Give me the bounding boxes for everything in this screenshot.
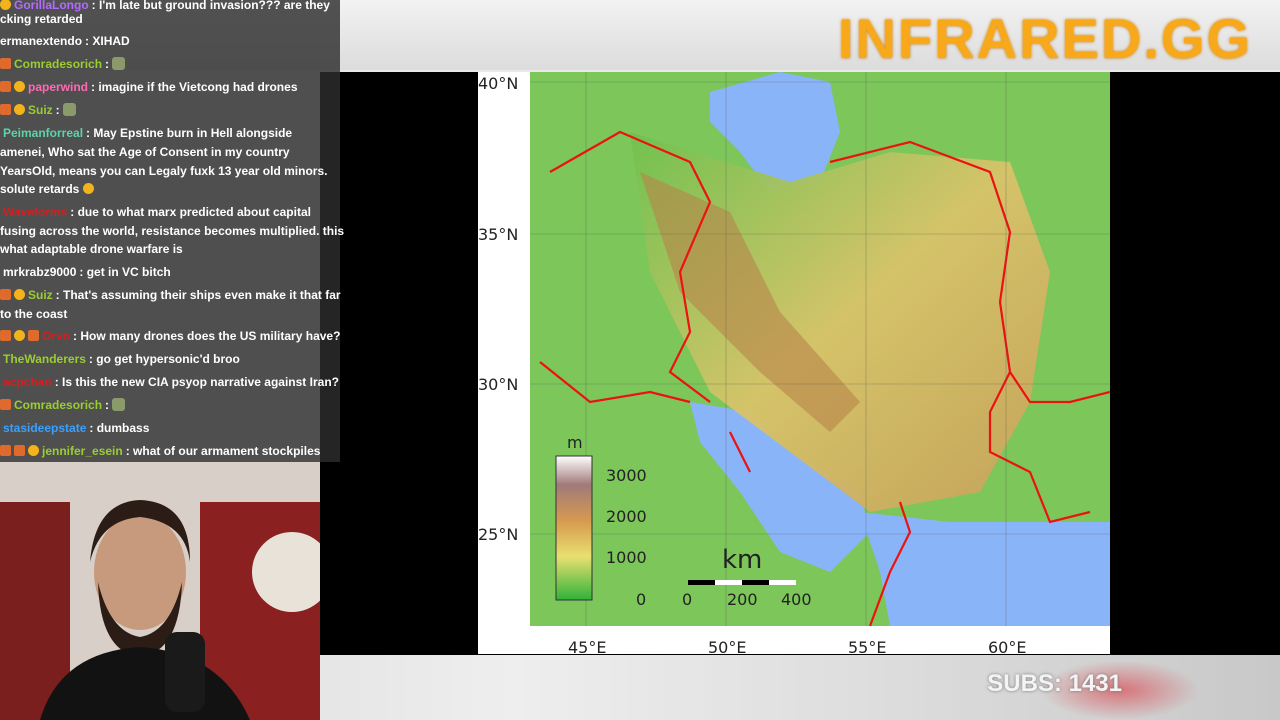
chat-username[interactable]: Suiz [28, 103, 53, 117]
chat-text: what adaptable drone warfare is [0, 242, 183, 256]
chat-text: : I'm late but ground invasion??? are th… [91, 0, 330, 12]
scale-tick: 400 [781, 590, 812, 609]
legend-tick: 0 [636, 590, 647, 609]
chat-text: : due to what marx predicted about capit… [70, 205, 311, 219]
chat-username[interactable]: jennifer_esein [42, 444, 123, 458]
scale-unit: km [722, 545, 763, 575]
chat-text: YearsOld, means you can Legaly fuxk 13 y… [0, 164, 328, 178]
chat-message: Suiz: That's assuming their ships even m… [0, 286, 341, 304]
webcam-image [0, 462, 320, 720]
chat-message: ermanextendo: XIHAD [0, 32, 130, 50]
scale-tick: 0 [682, 590, 693, 609]
legend-tick: 3000 [606, 466, 647, 485]
chat-text: : what of our armament stockpiles [125, 444, 321, 458]
emote-icon [112, 398, 126, 411]
chat-username[interactable]: Peimanforreal [3, 126, 83, 140]
topographic-map [530, 72, 1110, 626]
lat-label: 35°N [478, 225, 519, 244]
chat-username[interactable]: Waveforms [3, 205, 67, 219]
chat-username[interactable]: TheWanderers [3, 352, 86, 366]
chat-text: solute retards [0, 182, 80, 196]
chat-text: : imagine if the Vietcong had drones [91, 80, 298, 94]
chat-message: Suiz: [0, 101, 77, 119]
chat-message: TheWanderers: go get hypersonic'd broo [0, 350, 240, 368]
chat-text: amenei, Who sat the Age of Consent in my… [0, 145, 290, 159]
lat-label: 30°N [478, 375, 519, 394]
chat-text: fusing across the world, resistance beco… [0, 224, 345, 238]
chat-message: to the coast [0, 305, 67, 323]
chat-username[interactable]: ermanextendo [0, 34, 82, 48]
chat-message: cking retarded [0, 10, 83, 28]
emote-icon [112, 57, 126, 70]
chat-message: fusing across the world, resistance beco… [0, 222, 344, 240]
chat-username[interactable]: Suiz [28, 288, 53, 302]
chat-text: to the coast [0, 307, 68, 321]
chat-message: solute retards [0, 180, 97, 198]
chat-message: YearsOld, means you can Legaly fuxk 13 y… [0, 162, 327, 180]
subscriber-count: SUBS: 1431 [987, 670, 1122, 697]
chat-username[interactable]: Orvo [42, 329, 70, 343]
chat-text: cking retarded [0, 12, 83, 26]
chat-username[interactable]: stasideepstate [3, 421, 86, 435]
chat-message: amenei, Who sat the Age of Consent in my… [0, 143, 290, 161]
scale-tick: 200 [727, 590, 758, 609]
chat-text: : Is this the new CIA psyop narrative ag… [54, 375, 339, 389]
chat-message: stasideepstate: dumbass [0, 419, 149, 437]
chat-text: : XIHAD [85, 34, 130, 48]
chat-message: mrkrabz9000: get in VC bitch [0, 263, 171, 281]
lat-label: 40°N [478, 74, 519, 93]
chat-text: : get in VC bitch [79, 265, 171, 279]
chat-username[interactable]: Comradesorich [14, 57, 102, 71]
chat-username[interactable]: acpchan [3, 375, 52, 389]
chat-text: : [105, 57, 110, 71]
chat-text: : dumbass [89, 421, 150, 435]
chat-text: : [55, 103, 60, 117]
chat-message: jennifer_esein: what of our armament sto… [0, 442, 320, 460]
scale-bar-segment [769, 580, 796, 585]
chat-username[interactable]: mrkrabz9000 [3, 265, 76, 279]
chat-username[interactable]: paperwind [28, 80, 88, 94]
chat-message: Comradesorich: [0, 55, 126, 73]
chat-text: : How many drones does the US military h… [73, 329, 341, 343]
chat-message: what adaptable drone warfare is [0, 240, 183, 258]
chat-message: Peimanforreal: May Epstine burn in Hell … [0, 124, 292, 142]
chat-message: Orvo: How many drones does the US milita… [0, 327, 340, 345]
chat-message: Waveforms: due to what marx predicted ab… [0, 203, 311, 221]
webcam-feed [0, 462, 320, 720]
legend-tick: 1000 [606, 548, 647, 567]
chat-message: Comradesorich: [0, 396, 126, 414]
emoji-icon [82, 183, 94, 194]
chat-username[interactable]: Comradesorich [14, 398, 102, 412]
chat-panel: GorillaLongo: I'm late but ground invasi… [0, 0, 344, 462]
legend-tick: 2000 [606, 507, 647, 526]
chat-text: : May Epstine burn in Hell alongside [86, 126, 293, 140]
brand-logo: INFRARED.GG [838, 7, 1252, 70]
chat-text: : That's assuming their ships even make … [55, 288, 341, 302]
chat-message: paperwind: imagine if the Vietcong had d… [0, 78, 298, 96]
gulf-of-oman [860, 512, 1110, 626]
chat-message: acpchan: Is this the new CIA psyop narra… [0, 373, 339, 391]
scale-bar-segment [715, 580, 742, 585]
elevation-legend-bar [555, 455, 593, 601]
lat-label: 25°N [478, 525, 519, 544]
legend-unit: m [567, 433, 583, 452]
chat-text: : go get hypersonic'd broo [88, 352, 240, 366]
chat-text: : [105, 398, 110, 412]
emote-icon [63, 103, 77, 116]
